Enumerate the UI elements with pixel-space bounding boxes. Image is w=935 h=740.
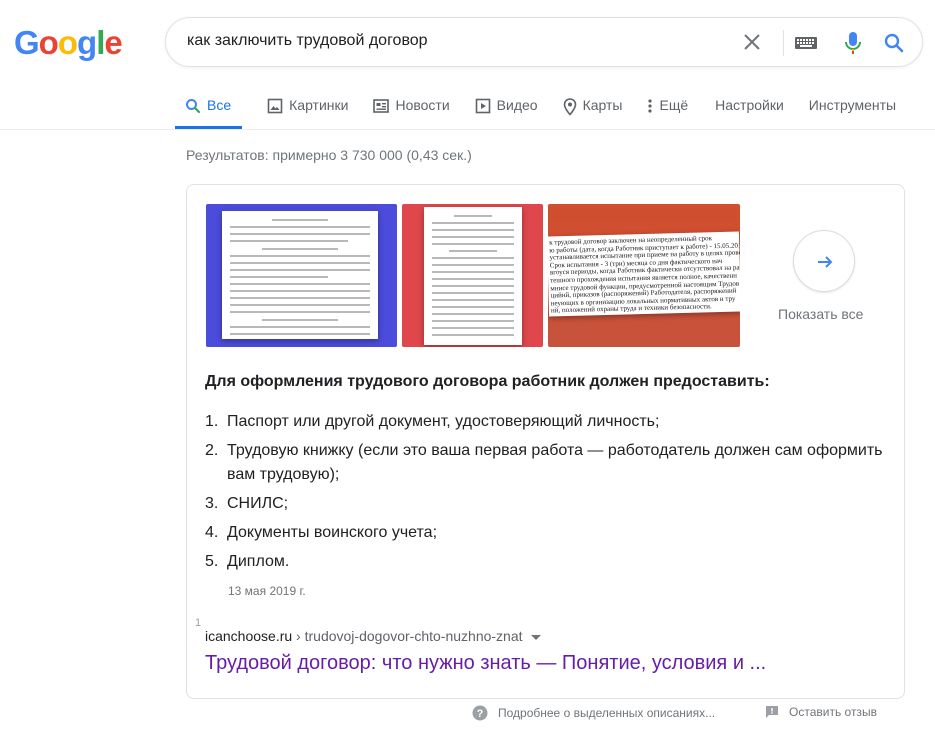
tab-label: Ещё	[659, 97, 689, 113]
search-divider	[783, 30, 784, 56]
tab-maps[interactable]: Карты	[563, 87, 623, 129]
google-logo[interactable]: Google	[14, 24, 123, 62]
about-snippets-label: Подробнее о выделенных описаниях...	[498, 706, 716, 720]
keyboard-icon[interactable]	[794, 33, 818, 58]
result-url[interactable]: icanchoose.ru › trudovoj-dogovor-chto-nu…	[205, 628, 541, 644]
list-number: 2.	[205, 442, 219, 459]
list-item: 2. Трудовую книжку (если это ваша первая …	[205, 439, 885, 487]
tab-video[interactable]: Видео	[475, 87, 538, 129]
list-item: 3. СНИЛС;	[205, 492, 885, 516]
help-icon: ?	[472, 705, 488, 721]
video-icon	[475, 98, 490, 114]
list-text: Диплом.	[227, 553, 290, 570]
feedback-link[interactable]: Оставить отзыв	[765, 705, 877, 719]
tab-news[interactable]: Новости	[373, 87, 450, 129]
snippet-date: 13 мая 2019 г.	[228, 584, 306, 598]
result-title-link[interactable]: Трудовой договор: что нужно знать — Поня…	[205, 652, 766, 675]
snippet-heading: Для оформления трудового договора работн…	[205, 373, 770, 390]
list-text: Паспорт или другой документ, удостоверяю…	[227, 413, 660, 430]
url-domain: icanchoose.ru	[205, 628, 293, 644]
list-item: 5. Диплом.	[205, 550, 885, 574]
news-icon	[373, 99, 390, 113]
snippet-image-2[interactable]	[402, 204, 543, 347]
arrow-right-icon	[818, 256, 833, 268]
tab-label: Все	[207, 97, 232, 113]
logo-letter: g	[77, 24, 97, 61]
logo-letter: l	[96, 24, 105, 61]
marker-number: 1	[195, 617, 202, 629]
header-divider	[0, 129, 935, 130]
svg-text:?: ?	[477, 708, 484, 720]
logo-letter: G	[14, 24, 40, 61]
list-text: Трудовую книжку (если это ваша первая ра…	[227, 442, 883, 483]
microphone-icon[interactable]	[841, 30, 865, 61]
tab-label: Инструменты	[808, 97, 897, 113]
search-input[interactable]: как заключить трудовой договор	[187, 32, 428, 50]
logo-letter: o	[38, 24, 59, 61]
list-number: 4.	[205, 524, 219, 541]
show-all-images-button[interactable]	[793, 230, 855, 292]
tab-all[interactable]: Все	[175, 87, 243, 129]
result-stats: Результатов: примерно 3 730 000 (0,43 се…	[186, 147, 472, 163]
tab-settings[interactable]: Настройки	[715, 87, 784, 129]
list-text: Документы воинского учета;	[227, 524, 438, 541]
tab-label: Видео	[496, 97, 538, 113]
search-icon	[186, 99, 201, 114]
logo-letter: e	[104, 24, 122, 61]
url-path: › trudovoj-dogovor-chto-nuzhno-znat	[292, 628, 523, 644]
search-icon[interactable]	[882, 31, 906, 60]
search-box[interactable]: как заключить трудовой договор	[165, 17, 923, 67]
more-vert-icon	[648, 99, 653, 113]
list-item: 1. Паспорт или другой документ, удостовер…	[205, 410, 885, 434]
tab-more[interactable]: Ещё	[647, 87, 688, 129]
list-item: 4. Документы воинского учета;	[205, 521, 885, 545]
featured-snippet: к трудовой договор заключен на неопредел…	[186, 184, 905, 699]
snippet-image-3[interactable]: к трудовой договор заключен на неопредел…	[548, 204, 740, 347]
tab-images[interactable]: Картинки	[267, 87, 348, 129]
dropdown-arrow-icon[interactable]	[530, 634, 541, 640]
image-icon	[267, 98, 283, 114]
list-number: 5.	[205, 553, 219, 570]
clear-icon[interactable]	[740, 30, 764, 54]
tab-label: Настройки	[715, 97, 784, 113]
feedback-icon	[766, 706, 778, 718]
tab-label: Карты	[582, 97, 623, 113]
list-text: СНИЛС;	[227, 495, 289, 512]
list-number: 3.	[205, 495, 219, 512]
feedback-label: Оставить отзыв	[789, 705, 877, 719]
show-all-link[interactable]: Показать все	[778, 306, 863, 322]
tab-label: Картинки	[289, 97, 349, 113]
tab-tools[interactable]: Инструменты	[809, 87, 896, 129]
search-tabs: Все Картинки Новости Видео Карты Ещё Нас…	[175, 87, 921, 129]
about-snippets-link[interactable]: ? Подробнее о выделенных описаниях...	[472, 705, 715, 721]
logo-letter: o	[57, 24, 78, 61]
snippet-image-1[interactable]	[206, 204, 397, 347]
map-pin-icon	[563, 98, 576, 116]
list-number: 1.	[205, 413, 219, 430]
snippet-list: 1. Паспорт или другой документ, удостовер…	[205, 410, 885, 579]
tab-label: Новости	[395, 97, 450, 113]
